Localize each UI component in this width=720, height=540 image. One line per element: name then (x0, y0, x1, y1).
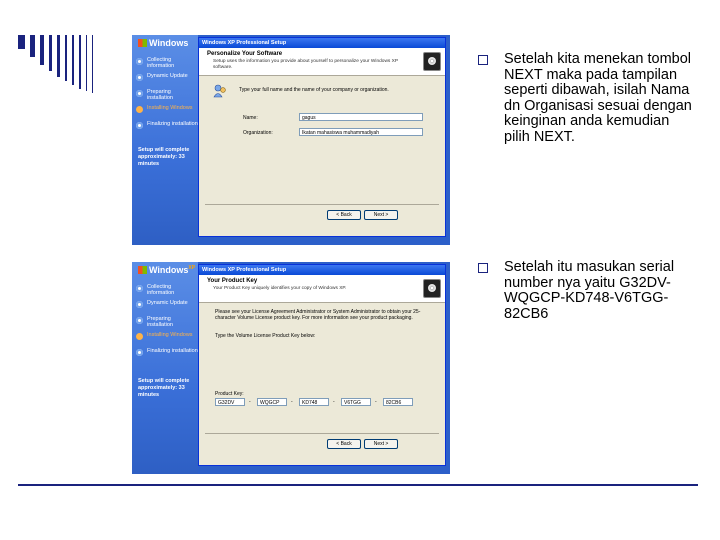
product-key-field-5[interactable]: 82CB6 (383, 398, 413, 406)
back-button[interactable]: < Back (327, 210, 361, 220)
header-title: Your Product Key (207, 278, 258, 284)
windows-flag-icon (138, 39, 147, 47)
setup-step: Finalizing installation (136, 348, 198, 364)
setup-step: Finalizing installation (136, 121, 198, 137)
product-key-label: Product Key: (215, 391, 244, 397)
windows-logo: Windows (138, 38, 188, 48)
organization-field[interactable]: Ikatan mahasiswa muhammadiyah (299, 128, 423, 136)
bullet-item-2: Setelah itu masukan serial number nya ya… (478, 259, 693, 322)
product-key-field-3[interactable]: KD748 (299, 398, 329, 406)
header-title: Personalize Your Software (207, 51, 283, 57)
time-remaining: Setup will complete approximately: 33 mi… (138, 147, 190, 167)
dialog-header: Your Product Key Your Product Key unique… (199, 275, 445, 303)
step-bullet-icon (136, 349, 143, 356)
cd-icon (423, 279, 441, 298)
setup-steps: Collecting information Dynamic Update Pr… (136, 284, 198, 364)
setup-step: Collecting information (136, 284, 198, 300)
setup-dialog: Windows XP Professional Setup Your Produ… (198, 264, 446, 466)
setup-step: Dynamic Update (136, 300, 198, 316)
key-separator: - (333, 399, 335, 405)
prompt-text: Type your full name and the name of your… (239, 87, 389, 93)
step-bullet-icon (136, 90, 143, 97)
key-separator: - (249, 399, 251, 405)
screenshot-personalize: Windows Collecting information Dynamic U… (132, 35, 450, 245)
dialog-header: Personalize Your Software Setup uses the… (199, 48, 445, 76)
bullet-item-1: Setelah kita menekan tombol NEXT maka pa… (478, 51, 693, 145)
setup-steps: Collecting information Dynamic Update Pr… (136, 57, 198, 137)
step-bullet-icon (136, 122, 143, 129)
step-bullet-icon (136, 285, 143, 292)
time-remaining: Setup will complete approximately: 33 mi… (138, 378, 190, 398)
dialog-titlebar: Windows XP Professional Setup (199, 38, 445, 48)
name-field[interactable]: gagus (299, 113, 423, 121)
personalize-icon (213, 84, 226, 98)
dialog-divider (205, 433, 439, 434)
header-subtitle: Your Product Key uniquely identifies you… (213, 286, 347, 291)
setup-sidebar: WindowsXP Collecting information Dynamic… (132, 262, 198, 474)
step-bullet-icon (136, 301, 143, 308)
setup-sidebar: Windows Collecting information Dynamic U… (132, 35, 198, 245)
slide-divider-line (18, 484, 698, 486)
info-paragraph: Please see your License Agreement Admini… (215, 309, 421, 321)
setup-step: Preparing installation (136, 316, 198, 332)
key-separator: - (375, 399, 377, 405)
next-button[interactable]: Next > (364, 439, 398, 449)
dialog-titlebar: Windows XP Professional Setup (199, 265, 445, 275)
back-button[interactable]: < Back (327, 439, 361, 449)
decorative-stripes (18, 35, 138, 95)
product-key-field-4[interactable]: V6TGG (341, 398, 371, 406)
windows-flag-icon (138, 266, 147, 274)
setup-step: Dynamic Update (136, 73, 198, 89)
organization-label: Organization: (243, 130, 273, 136)
setup-dialog: Windows XP Professional Setup Personaliz… (198, 37, 446, 237)
screenshot-product-key: WindowsXP Collecting information Dynamic… (132, 262, 450, 474)
next-button[interactable]: Next > (364, 210, 398, 220)
step-bullet-icon (136, 58, 143, 65)
step-bullet-icon (136, 317, 143, 324)
setup-step: Preparing installation (136, 89, 198, 105)
header-subtitle: Setup uses the information you provide a… (213, 59, 398, 70)
windows-logo: WindowsXP (138, 265, 195, 275)
product-key-field-2[interactable]: WQGCP (257, 398, 287, 406)
name-label: Name: (243, 115, 258, 121)
setup-step-active: Installing Windows (136, 105, 198, 121)
dialog-divider (205, 204, 439, 205)
prompt-text: Type the Volume License Product Key belo… (215, 333, 316, 339)
step-bullet-icon (136, 74, 143, 81)
key-separator: - (291, 399, 293, 405)
square-bullet-icon (478, 55, 488, 65)
step-bullet-icon (136, 106, 143, 113)
product-key-field-1[interactable]: G32DV (215, 398, 245, 406)
setup-step: Collecting information (136, 57, 198, 73)
cd-icon (423, 52, 441, 71)
step-bullet-icon (136, 333, 143, 340)
setup-step-active: Installing Windows (136, 332, 198, 348)
square-bullet-icon (478, 263, 488, 273)
